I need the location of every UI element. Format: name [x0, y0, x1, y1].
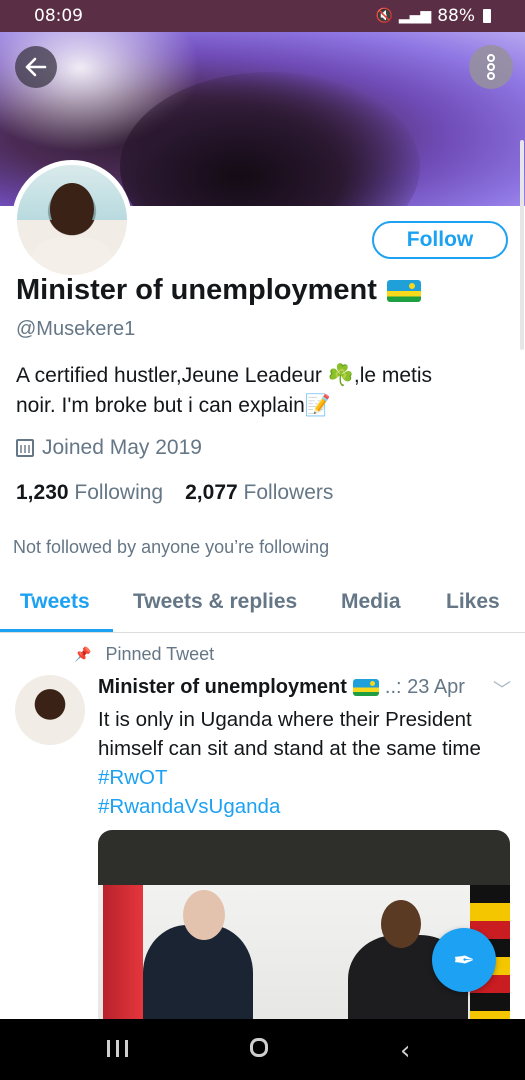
tweet-text-line-1: It is only in Uganda where their Preside… — [98, 708, 472, 731]
tab-tweets-replies[interactable]: Tweets & replies — [133, 590, 297, 614]
profile-avatar[interactable] — [12, 160, 132, 280]
more-options-button[interactable] — [469, 45, 513, 89]
joined-date: Joined May 2019 — [16, 436, 202, 460]
tweet-text-line-2: himself can sit and stand at the same ti… — [98, 737, 481, 760]
not-followed-text: Not followed by anyone you’re following — [13, 537, 330, 557]
compose-icon: ✒ — [453, 944, 475, 975]
followers-label: Followers — [243, 481, 334, 504]
following-stat[interactable]: 1,230 Following — [16, 481, 163, 505]
system-back-button[interactable]: ‹ — [400, 1036, 410, 1066]
followers-count: 2,077 — [185, 481, 238, 504]
tab-likes[interactable]: Likes — [446, 590, 500, 614]
rwanda-flag-icon — [352, 679, 379, 696]
profile-tabs: Tweets Tweets & replies Media Likes — [0, 582, 525, 633]
following-count: 1,230 — [16, 481, 69, 504]
profile-name-text: Minister of unemployment — [16, 274, 377, 306]
pinned-label: 📌 Pinned Tweet — [74, 644, 214, 665]
battery-icon — [483, 9, 491, 23]
active-tab-indicator — [0, 629, 113, 632]
status-icons: 🔇 ▂▄▆ 88% — [375, 6, 491, 26]
recents-button[interactable] — [107, 1040, 128, 1057]
battery-percent: 88% — [437, 6, 475, 26]
bio-line-2: noir. I'm broke but i can explain📝 — [16, 394, 331, 417]
tab-media[interactable]: Media — [341, 590, 401, 614]
hashtag-link[interactable]: #RwandaVsUganda — [98, 792, 513, 821]
tweet-header: Minister of unemployment ..: 23 Apr ﹀ — [98, 676, 513, 702]
tweet-author[interactable]: Minister of unemployment — [98, 676, 347, 699]
follow-button[interactable]: Follow — [372, 221, 508, 259]
more-vertical-icon — [487, 54, 495, 80]
joined-text: Joined May 2019 — [42, 436, 202, 459]
tab-tweets[interactable]: Tweets — [20, 590, 90, 614]
compose-tweet-button[interactable]: ✒ — [432, 928, 496, 992]
followers-stat[interactable]: 2,077 Followers — [185, 481, 333, 505]
tweet-date: ..: 23 Apr — [384, 676, 465, 698]
calendar-icon — [16, 439, 34, 457]
scrollbar[interactable] — [520, 140, 524, 350]
status-bar: 08:09 🔇 ▂▄▆ 88% — [0, 0, 525, 32]
profile-name: Minister of unemployment — [16, 274, 421, 307]
status-time: 08:09 — [34, 6, 83, 26]
profile-bio: A certified hustler,Jeune Leadeur ☘️,le … — [16, 361, 496, 421]
mute-icon: 🔇 — [375, 8, 393, 24]
pinned-text: Pinned Tweet — [105, 644, 215, 664]
chevron-down-icon[interactable]: ﹀ — [493, 676, 511, 702]
rwanda-flag-icon — [386, 279, 421, 302]
tweet-avatar[interactable] — [15, 675, 85, 745]
tweet-media-image[interactable] — [98, 830, 510, 1020]
tweet-text: It is only in Uganda where their Preside… — [98, 705, 513, 821]
home-button[interactable] — [250, 1038, 268, 1057]
follow-stats: 1,230 Following 2,077 Followers — [16, 481, 333, 505]
pin-icon: 📌 — [74, 646, 92, 662]
back-arrow-icon — [25, 57, 47, 77]
following-label: Following — [74, 481, 164, 504]
signal-icon: ▂▄▆ — [398, 8, 432, 24]
profile-handle: @Musekere1 — [16, 318, 136, 340]
hashtag-link[interactable]: #RwOT — [98, 763, 513, 792]
back-button[interactable] — [15, 46, 57, 88]
bio-line-1: A certified hustler,Jeune Leadeur ☘️,le … — [16, 364, 433, 387]
